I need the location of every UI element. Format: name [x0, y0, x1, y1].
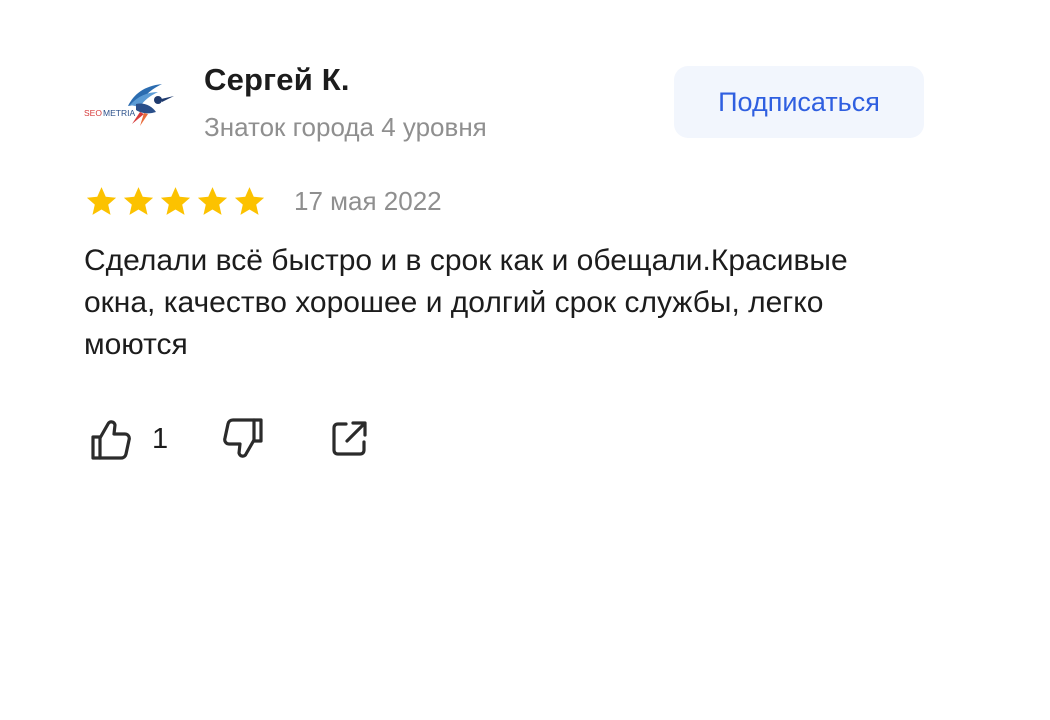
star-icon [123, 187, 154, 215]
share-button[interactable] [326, 416, 372, 462]
author-name[interactable]: Сергей К. [204, 62, 350, 98]
thumbs-up-icon [91, 420, 131, 460]
star-icon [197, 187, 228, 215]
review-card: SEO METRIA Сергей К. Знаток города 4 уро… [0, 0, 1050, 720]
like-button[interactable]: 1 [88, 416, 168, 462]
review-text: Сделали всё быстро и в срок как и обещал… [84, 244, 848, 361]
star-icon [234, 187, 265, 215]
review-date: 17 мая 2022 [294, 186, 442, 216]
author-level: Знаток города 4 уровня [204, 112, 487, 142]
share-icon [332, 421, 367, 456]
star-icon [160, 187, 191, 215]
dislike-button[interactable] [220, 416, 266, 462]
avatar[interactable]: SEO METRIA [84, 76, 176, 128]
thumbs-down-icon [223, 418, 263, 458]
logo-text: SEO [84, 108, 102, 118]
rating-stars [84, 184, 267, 220]
subscribe-button[interactable]: Подписаться [674, 66, 924, 138]
svg-text:METRIA: METRIA [103, 108, 135, 118]
hummingbird-logo-icon: SEO METRIA [84, 84, 174, 126]
star-icon [86, 187, 117, 215]
like-count: 1 [152, 422, 169, 455]
